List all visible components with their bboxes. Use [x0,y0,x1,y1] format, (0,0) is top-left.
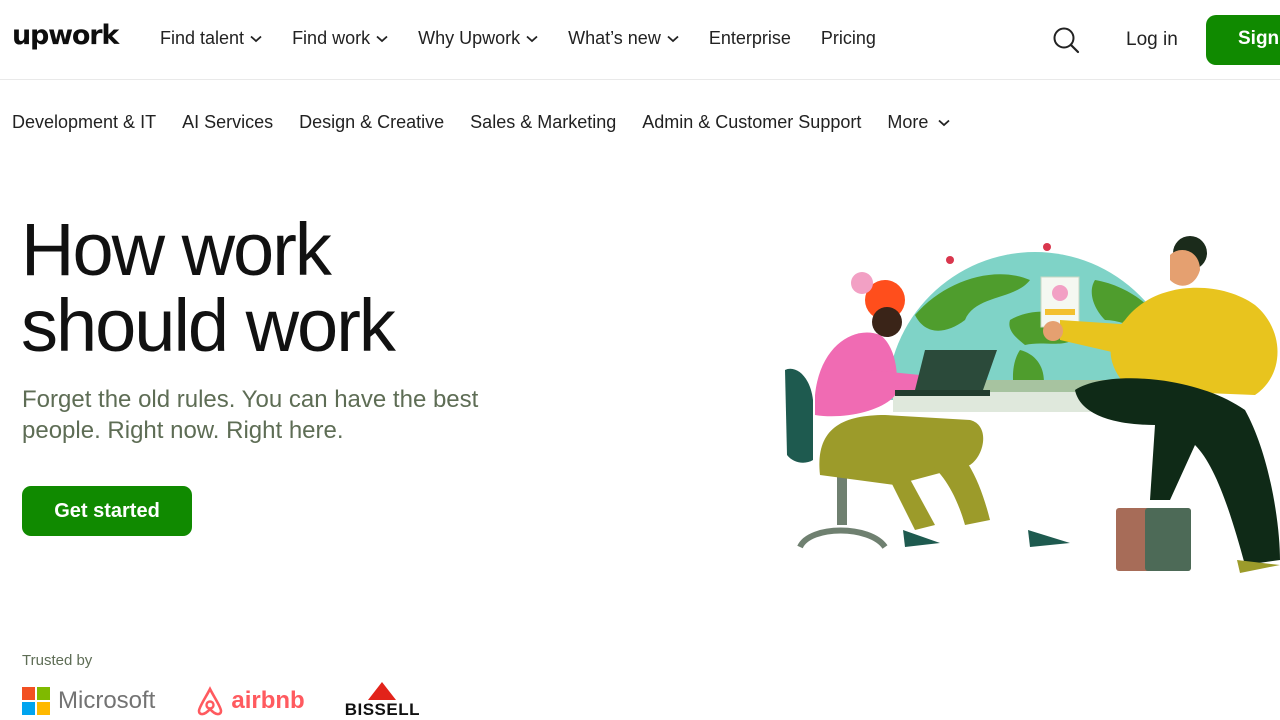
microsoft-logo: Microsoft [22,687,155,715]
hero-title-line: How work [21,208,332,291]
login-link[interactable]: Log in [1126,29,1178,51]
category-design-creative[interactable]: Design & Creative [299,112,444,133]
category-sales-marketing[interactable]: Sales & Marketing [470,112,616,133]
nav-label: Find talent [160,28,245,48]
category-ai-services[interactable]: AI Services [182,112,273,133]
chevron-down-icon [667,35,679,42]
chevron-down-icon [376,35,388,42]
chevron-down-icon [938,119,950,126]
nav-label: Why Upwork [418,28,521,48]
trusted-logos: Microsoft airbnb BISSELL [22,682,460,720]
trusted-by-label: Trusted by [22,652,93,669]
nav-label: Pricing [820,28,876,48]
airbnb-wordmark: airbnb [231,687,305,714]
bissell-logo: BISSELL [345,682,420,720]
category-bar: Development & IT AI Services Design & Cr… [12,112,976,133]
nav-whats-new[interactable]: What’s new [568,28,679,49]
microsoft-wordmark: Microsoft [58,687,156,714]
hero-illustration [785,236,1280,573]
hero-subtitle: Forget the old rules. You can have the b… [22,386,479,444]
hero-title: How work should work [21,212,621,364]
hero-title-line: should work [21,284,396,367]
category-development-it[interactable]: Development & IT [12,112,156,133]
signup-button[interactable]: Sign up [1206,15,1280,65]
nav-label: Find work [292,28,371,48]
nav-label: Enterprise [708,28,791,48]
bissell-triangle-icon [368,682,397,700]
nav-pricing[interactable]: Pricing [821,28,876,49]
get-started-button[interactable]: Get started [22,486,192,536]
chevron-down-icon [250,35,262,42]
more-label: More [887,112,929,132]
airbnb-belo-icon [198,686,223,716]
upwork-logo[interactable]: upwork [12,20,119,51]
category-more[interactable]: More [887,112,950,133]
chevron-down-icon [526,35,538,42]
nav-find-work[interactable]: Find work [292,28,388,49]
nav-find-talent[interactable]: Find talent [160,28,262,49]
main-nav: Find talent Find work Why Upwork What’s … [160,28,906,49]
category-admin-support[interactable]: Admin & Customer Support [642,112,861,133]
search-icon[interactable] [1052,26,1080,54]
nav-why-upwork[interactable]: Why Upwork [418,28,538,49]
nav-label: What’s new [568,28,661,48]
nav-enterprise[interactable]: Enterprise [709,28,791,49]
top-navigation-bar: upwork Find talent Find work Why Upwork … [0,0,1280,80]
microsoft-squares-icon [22,687,50,715]
airbnb-logo: airbnb [195,685,305,717]
bissell-wordmark: BISSELL [344,700,420,719]
